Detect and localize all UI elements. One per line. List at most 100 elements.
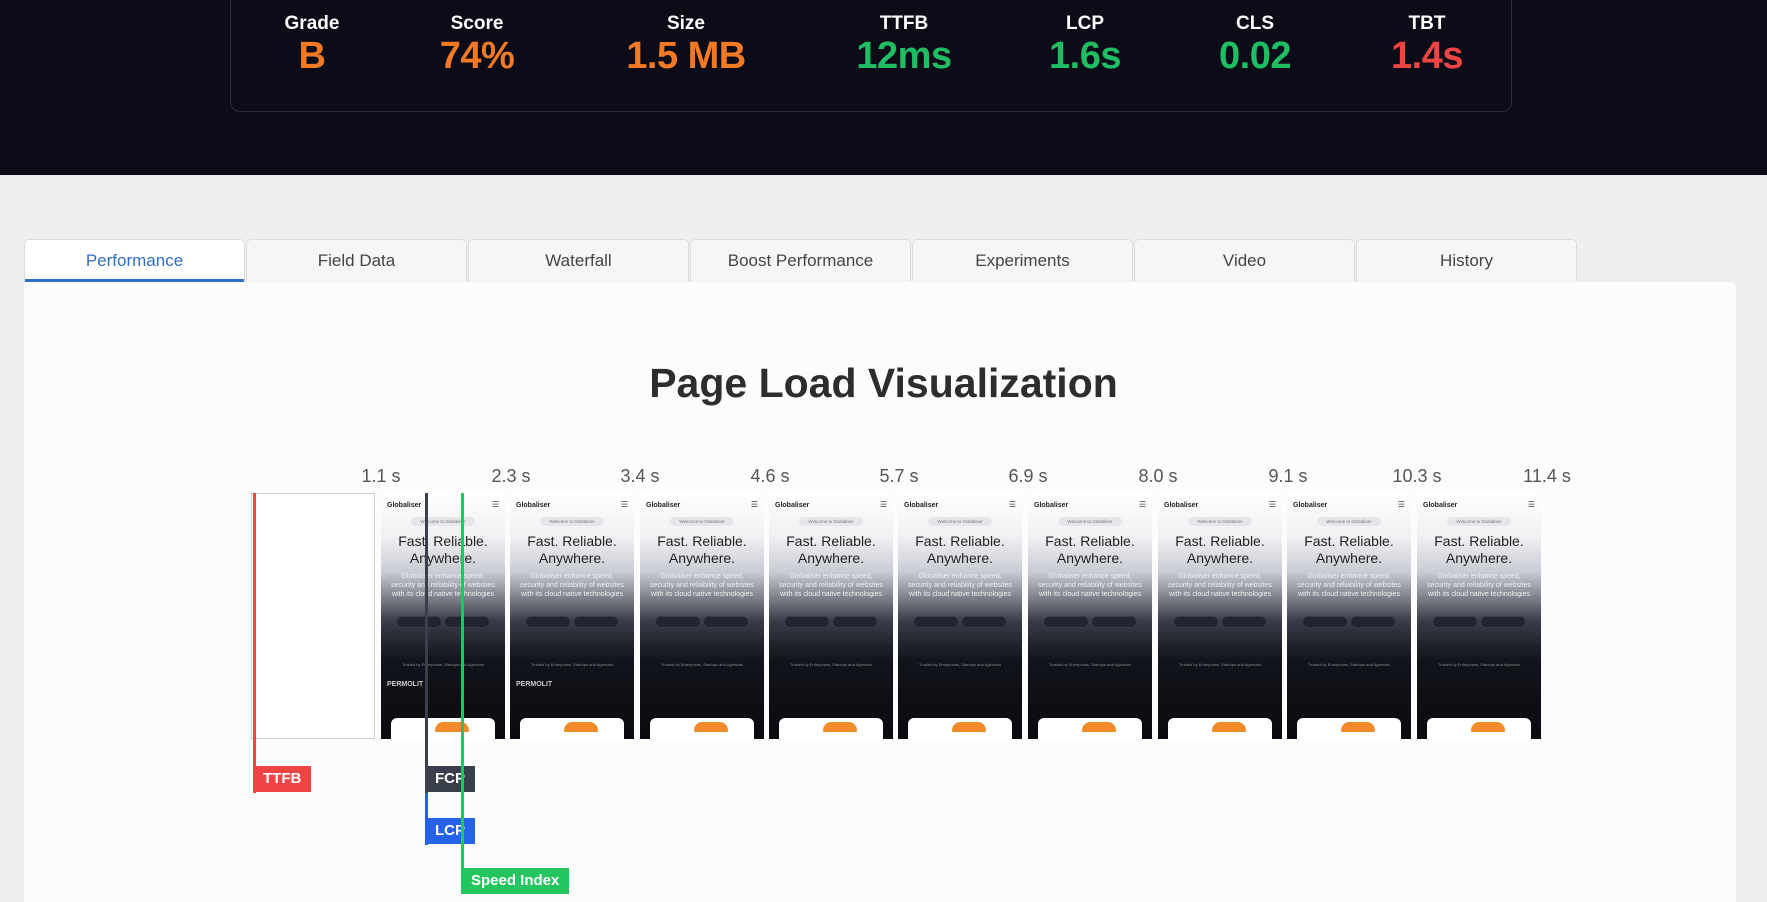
- tab-experiments[interactable]: Experiments: [912, 239, 1133, 281]
- frame-subtitle: Globaliser enhance speed, security and r…: [650, 573, 754, 598]
- filmstrip-frame[interactable]: Globaliser ☰ Welcome to Globaliser Fast. Re…: [510, 493, 634, 739]
- frame-trusted-text: Trusted by Enterprises, Startups and Age…: [789, 662, 873, 667]
- filmstrip-frame[interactable]: Globaliser ☰ Welcome to Globaliser Fast. Re…: [1028, 493, 1152, 739]
- frame-buttons: [1431, 615, 1527, 628]
- filmstrip-frame[interactable]: Globaliser ☰ Welcome to Globaliser Fast. Re…: [1158, 493, 1282, 739]
- frame-button: [1221, 616, 1267, 628]
- frame-trusted-text: Trusted by Enterprises, Startups and Age…: [1048, 662, 1132, 667]
- frame-button: [832, 616, 878, 628]
- frame-cloud-card: [1297, 718, 1401, 739]
- frame-button: [703, 616, 749, 628]
- frame-cloud-card: [1168, 718, 1272, 739]
- frame-headline: Fast. Reliable. Anywhere.: [1028, 533, 1152, 567]
- filmstrip-frame[interactable]: Globaliser ☰ Welcome to Globaliser Fast. Re…: [769, 493, 893, 739]
- frame-welcome-pill: Welcome to Globaliser: [1317, 517, 1381, 526]
- frame-trusted-text: Trusted by Enterprises, Startups and Age…: [1178, 662, 1262, 667]
- tab-boost-performance[interactable]: Boost Performance: [690, 239, 911, 281]
- metric-value: 1.6s: [1049, 35, 1121, 77]
- frame-headline-line: Fast. Reliable.: [915, 533, 1005, 549]
- frame-logo: Globaliser: [1034, 502, 1069, 509]
- frame-headline-line: Anywhere.: [409, 550, 477, 566]
- frame-button: [525, 616, 571, 628]
- tab-performance[interactable]: Performance: [24, 239, 245, 282]
- frame-headline-line: Anywhere.: [538, 550, 606, 566]
- frame-headline-line: Anywhere.: [1445, 550, 1513, 566]
- marker-label-ttfb: TTFB: [253, 766, 312, 792]
- frame-trusted-text: Trusted by Enterprises, Startups and Age…: [530, 662, 614, 667]
- frame-headline-line: Fast. Reliable.: [398, 533, 488, 549]
- frame-headline-line: Anywhere.: [668, 550, 736, 566]
- frame-button: [396, 616, 442, 628]
- menu-icon: ☰: [1397, 500, 1405, 509]
- frame-buttons: [395, 615, 491, 628]
- frame-buttons: [783, 615, 879, 628]
- frame-buttons: [1301, 615, 1397, 628]
- frame-subtitle: Globaliser enhance speed, security and r…: [1297, 573, 1401, 598]
- marker-line-speed-index: [461, 493, 464, 892]
- tab-field-data[interactable]: Field Data: [246, 239, 467, 281]
- metric-label: LCP: [1066, 13, 1104, 34]
- metric-value: 0.02: [1219, 35, 1291, 77]
- frame-trusted-text: Trusted by Enterprises, Startups and Age…: [918, 662, 1002, 667]
- frame-buttons: [654, 615, 750, 628]
- time-tick: 11.4 s: [1523, 466, 1571, 486]
- frame-subtitle: Globaliser enhance speed, security and r…: [1427, 573, 1531, 598]
- frame-subtitle: Globaliser enhance speed, security and r…: [779, 573, 883, 598]
- tab-waterfall[interactable]: Waterfall: [468, 239, 689, 281]
- marker-label-lcp: LCP: [425, 818, 475, 844]
- metric-value: 12ms: [856, 35, 952, 77]
- filmstrip-frame[interactable]: Globaliser ☰ Welcome to Globaliser Fast. Re…: [381, 493, 505, 739]
- filmstrip-frame[interactable]: Globaliser ☰ Welcome to Globaliser Fast. Re…: [1417, 493, 1541, 739]
- frame-cloud-card: [391, 718, 495, 739]
- time-tick: 2.3 s: [491, 466, 531, 486]
- frame-button: [961, 616, 1007, 628]
- metric-label: Grade: [284, 13, 340, 34]
- menu-icon: ☰: [750, 500, 758, 509]
- metric-label: TTFB: [879, 13, 929, 34]
- frame-button: [655, 616, 701, 628]
- tab-history[interactable]: History: [1356, 239, 1577, 281]
- frame-client-logos: PERMOLIT: [387, 681, 424, 688]
- metric-label: TBT: [1408, 13, 1446, 34]
- frame-trusted-text: Trusted by Enterprises, Startups and Age…: [401, 662, 485, 667]
- time-tick: 10.3 s: [1392, 466, 1442, 486]
- frame-cloud-card: [908, 718, 1012, 739]
- filmstrip-frame[interactable]: [251, 493, 375, 739]
- frame-welcome-pill: Welcome to Globaliser: [1058, 517, 1122, 526]
- frame-button: [444, 616, 490, 628]
- time-tick: 9.1 s: [1268, 466, 1308, 486]
- frame-headline: Fast. Reliable. Anywhere.: [640, 533, 764, 567]
- frame-logo: Globaliser: [387, 502, 422, 509]
- menu-icon: ☰: [1268, 500, 1276, 509]
- frame-button: [573, 616, 619, 628]
- metric-value: B: [298, 35, 326, 77]
- frame-button: [1043, 616, 1089, 628]
- frame-headline-line: Fast. Reliable.: [527, 533, 617, 549]
- frame-headline-line: Fast. Reliable.: [1434, 533, 1524, 549]
- frame-button: [1432, 616, 1478, 628]
- frame-logo: Globaliser: [904, 502, 939, 509]
- frame-subtitle: Globaliser enhance speed, security and r…: [1038, 573, 1142, 598]
- metric-label: Score: [450, 13, 504, 34]
- marker-label-speed-index: Speed Index: [461, 868, 570, 894]
- frame-headline: Fast. Reliable. Anywhere.: [381, 533, 505, 567]
- filmstrip-frame[interactable]: Globaliser ☰ Welcome to Globaliser Fast. Re…: [640, 493, 764, 739]
- menu-icon: ☰: [1008, 500, 1016, 509]
- filmstrip-frame[interactable]: Globaliser ☰ Welcome to Globaliser Fast. Re…: [898, 493, 1022, 739]
- frame-headline-line: Anywhere.: [1056, 550, 1124, 566]
- frame-welcome-pill: Welcome to Globaliser: [928, 517, 992, 526]
- metric-label: Size: [666, 13, 706, 34]
- frame-button: [1173, 616, 1219, 628]
- page-title: Page Load Visualization: [649, 360, 1118, 406]
- metrics-summary: Grade B Score 74% Size 1.5 MB TTFB 12ms LCP 1.6s C…: [230, 0, 1512, 112]
- frame-button: [1302, 616, 1348, 628]
- filmstrip-frame[interactable]: Globaliser ☰ Welcome to Globaliser Fast. Re…: [1287, 493, 1411, 739]
- frame-button: [913, 616, 959, 628]
- tab-video[interactable]: Video: [1134, 239, 1355, 281]
- metric-value: 1.5 MB: [626, 35, 746, 77]
- frame-subtitle: Globaliser enhance speed, security and r…: [1168, 573, 1272, 598]
- marker-label-fcp: FCP: [425, 766, 475, 792]
- frame-logo: Globaliser: [516, 502, 551, 509]
- frame-subtitle: Globaliser enhance speed, security and r…: [520, 573, 624, 598]
- frame-cloud-card: [1038, 718, 1142, 739]
